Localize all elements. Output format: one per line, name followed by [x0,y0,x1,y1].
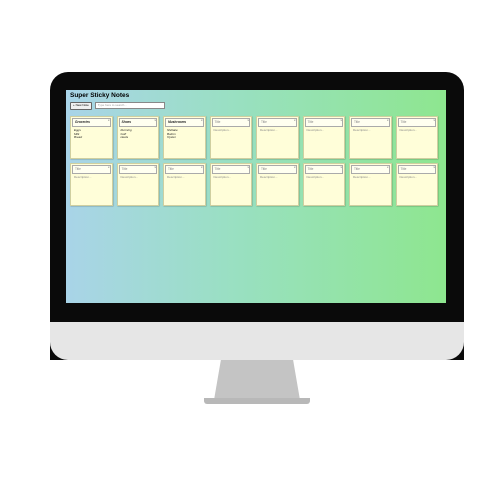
sticky-note[interactable]: Shoes x Running Golf Heels [116,116,159,159]
close-icon[interactable]: x [108,165,110,169]
new-note-button[interactable]: + New Note [70,102,92,110]
app-title: Super Sticky Notes [70,92,130,99]
close-icon[interactable]: x [387,118,389,122]
note-description[interactable]: Description... [304,175,345,181]
note-line: Description... [353,175,371,179]
note-description[interactable]: Description... [304,128,345,134]
sticky-note[interactable]: Title x Description... [302,163,345,206]
monitor-base [204,398,310,404]
note-description[interactable]: Running Golf Heels [118,128,159,141]
sticky-note[interactable]: Title x Description... [163,163,206,206]
close-icon[interactable]: x [108,118,110,122]
sticky-note[interactable]: Title x Description... [349,163,392,206]
close-icon[interactable]: x [341,118,343,122]
note-line: Description... [167,175,185,179]
note-line: Description... [399,175,418,179]
close-icon[interactable]: x [434,118,436,122]
close-icon[interactable]: x [387,165,389,169]
note-line: Description... [399,128,418,132]
note-description[interactable]: Eggs Milk Bread [71,128,112,141]
note-description[interactable]: Description... [211,128,252,134]
sticky-note[interactable]: Title x Description... [395,116,438,159]
close-icon[interactable]: x [294,165,296,169]
note-description[interactable]: Description... [211,175,252,181]
note-title-input[interactable]: Groceries [72,118,111,127]
note-line: Oyster [167,135,176,140]
close-icon[interactable]: x [248,118,250,122]
note-title-input[interactable]: Title [118,165,157,174]
sticky-note[interactable]: Mushrooms x Shiitake Button Oyster [163,116,206,159]
close-icon[interactable]: x [155,165,157,169]
note-description[interactable]: Description... [257,128,298,134]
sticky-note[interactable]: Groceries x Eggs Milk Bread [70,116,113,159]
sticky-note[interactable]: Title x Description... [349,116,392,159]
note-description[interactable]: Shiitake Button Oyster [164,128,205,141]
note-line: Description... [120,175,139,179]
note-line: Description... [353,128,371,132]
close-icon[interactable]: x [155,118,157,122]
note-line: Description... [260,175,278,179]
note-title-input[interactable]: Shoes [118,118,157,127]
note-title-input[interactable]: Title [165,165,204,174]
note-description[interactable]: Description... [257,175,298,181]
note-line: Description... [74,175,92,179]
sticky-note[interactable]: Title x Description... [256,116,299,159]
note-title-input[interactable]: Title [211,165,250,174]
sticky-note[interactable]: Title x Description... [302,116,345,159]
sticky-note[interactable]: Title x Description... [70,163,113,206]
note-description[interactable]: Description... [350,128,391,134]
note-line: Heels [120,135,129,140]
note-title-input[interactable]: Title [397,165,436,174]
note-line: Description... [260,128,278,132]
app-screen: Super Sticky Notes + New Note Type here … [66,90,446,303]
note-title-input[interactable]: Title [351,118,390,127]
monitor-chin [50,322,464,360]
close-icon[interactable]: x [341,165,343,169]
sticky-note[interactable]: Title x Description... [256,163,299,206]
search-input[interactable]: Type here to search... [94,102,165,109]
sticky-note[interactable]: Title x Description... [209,116,252,159]
note-description[interactable]: Description... [397,128,438,134]
note-title-input[interactable]: Title [258,118,297,127]
note-description[interactable]: Description... [71,175,112,181]
note-title-input[interactable]: Title [304,118,343,127]
note-line: Description... [213,128,232,132]
note-line: Description... [306,128,325,132]
close-icon[interactable]: x [248,165,250,169]
note-description[interactable]: Description... [118,175,159,181]
close-icon[interactable]: x [201,165,203,169]
toolbar: + New Note Type here to search... [70,102,165,110]
sticky-note[interactable]: Title x Description... [209,163,252,206]
note-title-input[interactable]: Title [211,118,250,127]
note-line: Bread [74,135,83,140]
close-icon[interactable]: x [294,118,296,122]
note-description[interactable]: Description... [164,175,205,181]
sticky-note[interactable]: Title x Description... [395,163,438,206]
note-title-input[interactable]: Title [258,165,297,174]
close-icon[interactable]: x [434,165,436,169]
note-title-input[interactable]: Mushrooms [165,118,204,127]
sticky-note[interactable]: Title x Description... [116,163,159,206]
note-title-input[interactable]: Title [351,165,390,174]
note-title-input[interactable]: Title [397,118,436,127]
note-description[interactable]: Description... [397,175,438,181]
note-line: Description... [213,175,232,179]
note-title-input[interactable]: Title [304,165,343,174]
note-line: Description... [306,175,325,179]
note-title-input[interactable]: Title [72,165,111,174]
note-description[interactable]: Description... [350,175,391,181]
notes-grid: Groceries x Eggs Milk Bread Shoes x Running Golf… [70,116,438,206]
monitor-stand [214,360,300,400]
close-icon[interactable]: x [201,118,203,122]
